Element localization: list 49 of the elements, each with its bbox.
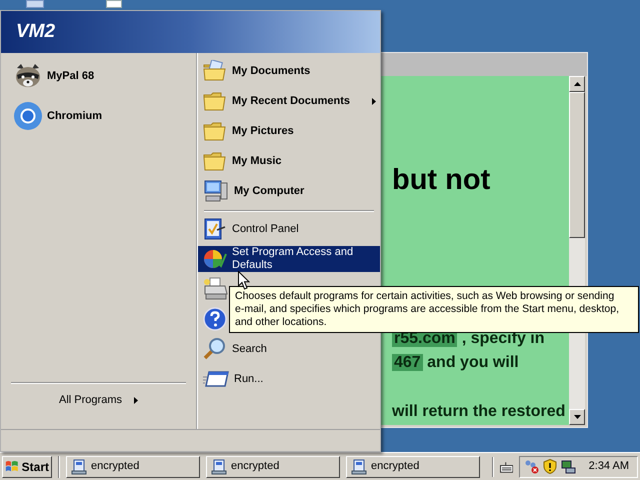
document-text: will return the restored: [392, 402, 566, 422]
folder-icon: [203, 150, 227, 172]
menu-item[interactable]: Run...: [198, 366, 380, 392]
menu-item[interactable]: My Computer: [198, 176, 380, 206]
menu-item[interactable]: My Recent Documents: [198, 86, 380, 116]
program-icon: [351, 458, 367, 474]
program-item[interactable]: MyPal 68: [1, 56, 196, 96]
folder-icon: [203, 120, 227, 142]
submenu-arrow-icon: [134, 396, 138, 404]
document-text: 467 and you will: [392, 353, 520, 373]
network-warning-icon[interactable]: [524, 459, 540, 474]
help-icon[interactable]: [203, 307, 227, 331]
folder-icon: [203, 90, 227, 112]
menu-item[interactable]: Control Panel: [198, 216, 380, 242]
search-icon: [203, 337, 227, 361]
computer-icon: [203, 179, 229, 203]
all-programs-button[interactable]: All Programs: [51, 389, 146, 411]
menu-item[interactable]: My Pictures: [198, 116, 380, 146]
program-item[interactable]: Chromium: [1, 96, 196, 136]
windows-logo-icon: [5, 459, 19, 474]
tooltip-text: Chooses default programs for certain activities, such as Web browsing or sending e-mail, and specifies which programs are accessible from the Start menu, desktop, and other locations.: [235, 290, 620, 329]
down-arrow-icon: [574, 415, 580, 419]
run-icon: [203, 369, 229, 389]
keyboard-icon[interactable]: [500, 460, 514, 472]
printer-icon[interactable]: [203, 277, 229, 301]
program-icon: [71, 458, 87, 474]
computer-tray-icon[interactable]: [561, 460, 576, 474]
menu-item[interactable]: My Music: [198, 146, 380, 176]
document-heading: but not: [392, 164, 492, 196]
clock[interactable]: 2:34 AM: [588, 458, 633, 475]
up-arrow-icon: [574, 82, 580, 86]
colorful-globe-icon: [203, 248, 227, 270]
shield-icon[interactable]: [543, 459, 558, 474]
scroll-down-button[interactable]: [569, 409, 585, 425]
menu-item[interactable]: Search: [198, 336, 380, 362]
scroll-up-button[interactable]: [569, 76, 585, 92]
taskbar-button[interactable]: encrypted: [206, 456, 340, 478]
menu-item[interactable]: Set Program Access and Defaults: [198, 246, 380, 272]
start-button[interactable]: Start: [2, 456, 52, 478]
user-name: VM2: [16, 20, 56, 44]
taskbar-button[interactable]: encrypted: [66, 456, 200, 478]
chromium-icon: [13, 101, 43, 131]
scroll-thumb[interactable]: [569, 92, 585, 238]
taskbar-button[interactable]: encrypted: [346, 456, 480, 478]
raccoon-icon: [13, 62, 43, 90]
program-icon: [211, 458, 227, 474]
document-folder-icon: [203, 60, 227, 82]
menu-item[interactable]: My Documents: [198, 56, 380, 86]
control-panel-icon: [203, 217, 227, 241]
